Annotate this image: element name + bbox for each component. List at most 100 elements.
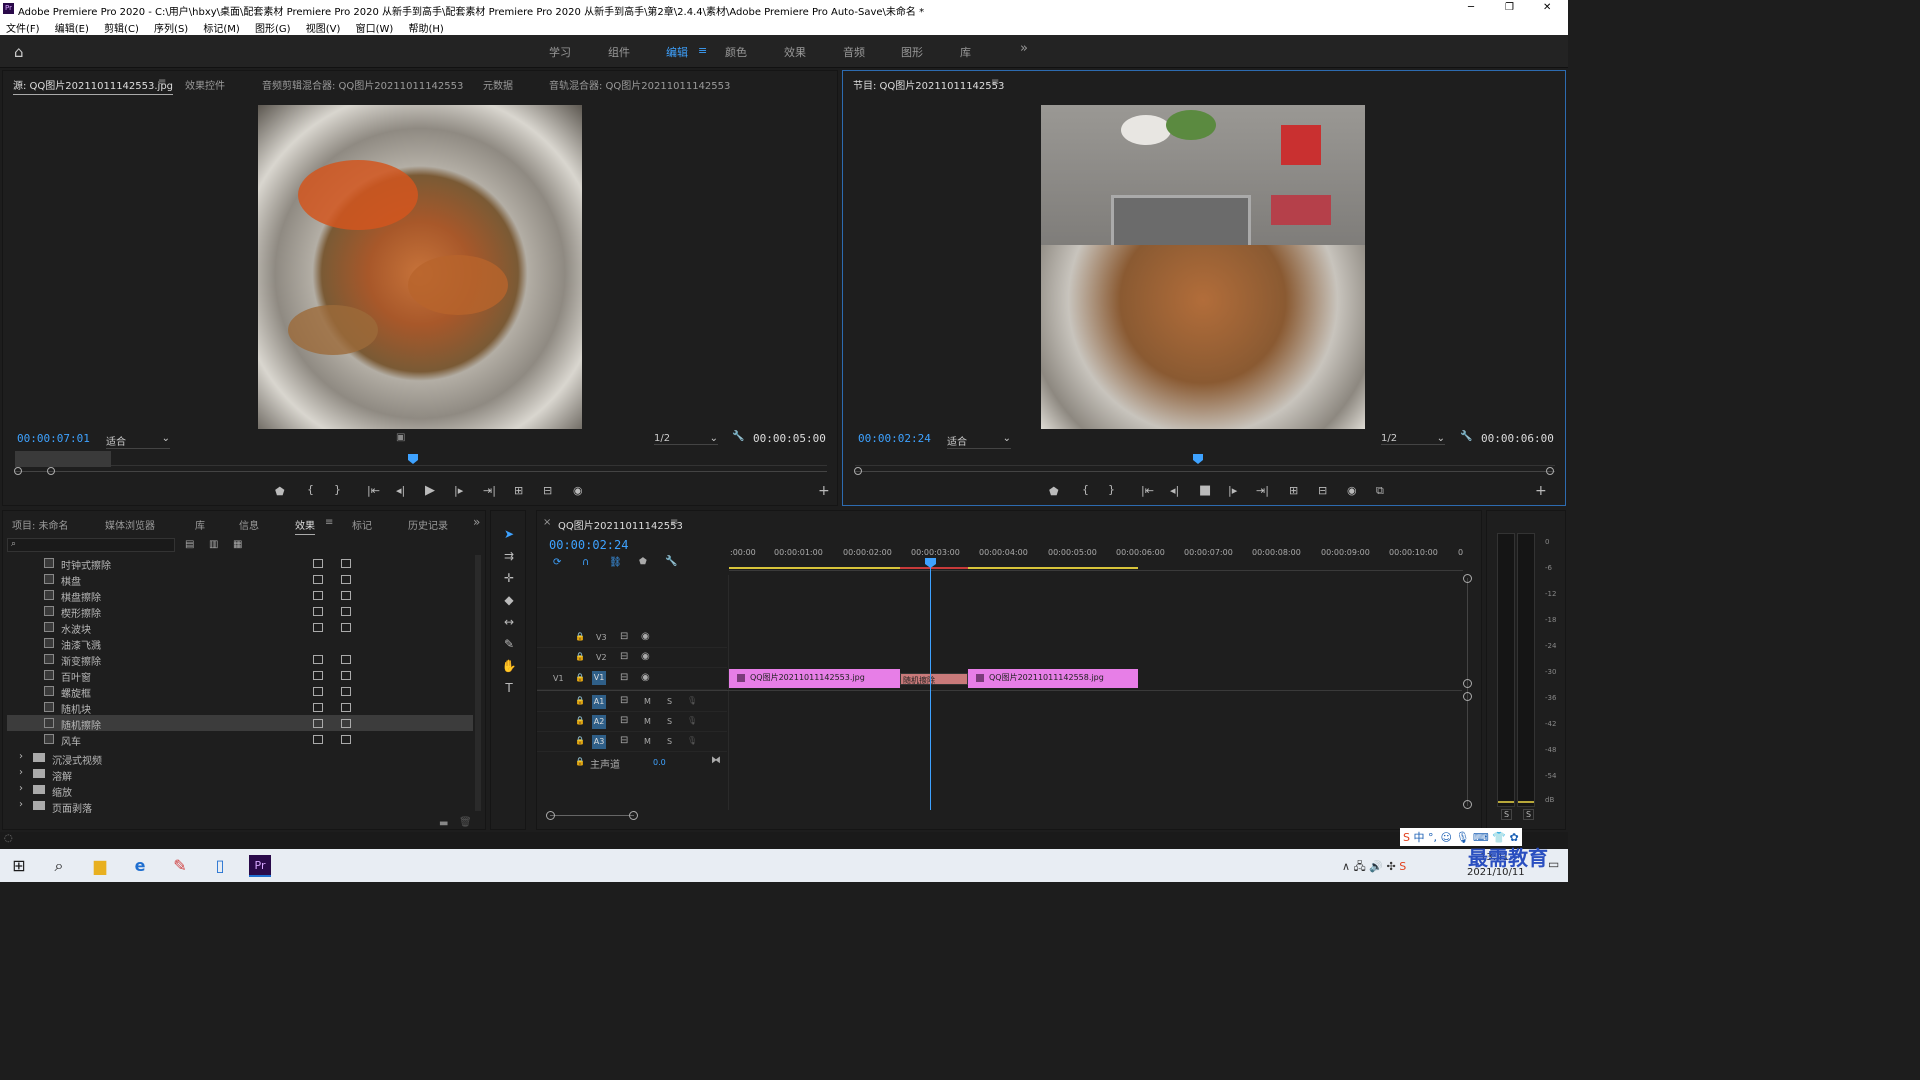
tab-markers[interactable]: 标记	[352, 517, 372, 532]
sync-lock-icon[interactable]: ⊟	[620, 735, 628, 746]
solo-left-button[interactable]: S	[1501, 809, 1513, 820]
vscroll-handle-bottom[interactable]	[1463, 800, 1472, 809]
maximize-button[interactable]: ❐	[1505, 2, 1514, 13]
mark-out-button[interactable]: }	[334, 483, 341, 496]
go-to-end-icon[interactable]: ⧓	[711, 755, 721, 766]
program-scroll-handle-right[interactable]	[1546, 467, 1554, 475]
tab-effects[interactable]: 效果	[295, 517, 315, 535]
mute-button[interactable]: M	[644, 737, 651, 746]
tab-source[interactable]: 源: QQ图片20211011142553.jpg	[13, 77, 174, 95]
effects-panel-menu-icon[interactable]: ≡	[325, 517, 333, 528]
timeline-settings-wrench-icon[interactable]: 🔧	[665, 556, 677, 567]
menu-file[interactable]: 文件(F)	[6, 24, 40, 35]
program-mark-out-button[interactable]: }	[1108, 483, 1115, 496]
workspace-menu-icon[interactable]: ≡	[698, 44, 707, 57]
panel-overflow-button[interactable]: »	[473, 515, 480, 529]
track-label-a3[interactable]: A3	[592, 735, 606, 749]
list-item[interactable]: 楔形擦除	[7, 603, 473, 620]
lift-button[interactable]: ⊞	[1289, 484, 1298, 497]
lock-icon[interactable]: 🔒	[575, 632, 585, 641]
step-back-button[interactable]: ◂|	[396, 484, 405, 497]
selection-tool-icon[interactable]: ➤	[500, 527, 518, 545]
pen-tool-icon[interactable]: ✎	[500, 637, 518, 655]
list-item[interactable]: 螺旋框	[7, 683, 473, 700]
hand-tool-icon[interactable]: ✋	[500, 659, 518, 677]
tab-program[interactable]: 节目: QQ图片20211011142553	[853, 77, 1004, 92]
menu-window[interactable]: 窗口(W)	[356, 24, 394, 35]
export-frame-camera-icon[interactable]: ◉	[573, 484, 583, 497]
tab-project[interactable]: 项目: 未命名	[12, 517, 69, 532]
source-playhead-timecode[interactable]: 00:00:07:01	[17, 432, 90, 445]
folder-row[interactable]: › 沉浸式视频	[7, 750, 473, 767]
program-step-forward-button[interactable]: |▸	[1228, 484, 1237, 497]
tablet-app-icon[interactable]: ▯	[209, 855, 231, 877]
lock-icon[interactable]: 🔒	[575, 652, 585, 661]
lock-icon[interactable]: 🔒	[575, 673, 585, 682]
track-label-v1-targeted[interactable]: V1	[592, 671, 606, 685]
source-settings-wrench-icon[interactable]: 🔧	[732, 431, 744, 442]
overwrite-button[interactable]: ⊟	[543, 484, 552, 497]
lock-icon[interactable]: 🔒	[575, 736, 585, 745]
workspace-audio[interactable]: 音频	[843, 44, 865, 60]
source-zoom-scrollbar[interactable]	[15, 471, 827, 472]
mute-button[interactable]: M	[644, 717, 651, 726]
workspace-graphics[interactable]: 图形	[901, 44, 923, 60]
hscroll-handle-left[interactable]	[546, 811, 555, 820]
sync-lock-icon[interactable]: ⊟	[620, 672, 628, 683]
32bit-effects-icon[interactable]: ▥	[209, 539, 218, 550]
effects-search-input[interactable]: ⌕	[7, 538, 175, 552]
close-button[interactable]: ✕	[1543, 2, 1551, 13]
list-item[interactable]: 风车	[7, 731, 473, 748]
eye-icon[interactable]: ◉	[641, 651, 650, 662]
list-item[interactable]: 棋盘擦除	[7, 587, 473, 604]
list-item-selected[interactable]: 随机擦除	[7, 715, 473, 732]
menu-view[interactable]: 视图(V)	[306, 24, 341, 35]
timeline-clip[interactable]: QQ图片20211011142553.jpg	[729, 669, 900, 688]
program-step-back-button[interactable]: ◂|	[1170, 484, 1179, 497]
insert-overlay-icon[interactable]: ▣	[396, 432, 405, 443]
sync-lock-icon[interactable]: ⊟	[620, 651, 628, 662]
tab-effect-controls[interactable]: 效果控件	[185, 77, 225, 92]
folder-row[interactable]: › 缩放	[7, 782, 473, 799]
lock-icon[interactable]: 🔒	[575, 696, 585, 705]
yuv-effects-icon[interactable]: ▦	[233, 539, 242, 550]
menu-sequence[interactable]: 序列(S)	[154, 24, 188, 35]
tab-audio-clip-mixer[interactable]: 音频剪辑混合器: QQ图片20211011142553	[262, 77, 463, 92]
track-label-a2[interactable]: A2	[592, 715, 606, 729]
track-label-a1[interactable]: A1	[592, 695, 606, 709]
program-export-frame-camera-icon[interactable]: ◉	[1347, 484, 1357, 497]
source-time-ruler[interactable]	[15, 452, 827, 466]
program-panel-menu-icon[interactable]: ≡	[991, 77, 999, 88]
program-zoom-select[interactable]: 适合 ⌄	[947, 433, 1011, 449]
tab-history[interactable]: 历史记录	[408, 517, 448, 532]
workspace-overflow-button[interactable]: »	[1020, 41, 1028, 56]
program-settings-wrench-icon[interactable]: 🔧	[1460, 431, 1472, 442]
tab-metadata[interactable]: 元数据	[483, 77, 513, 92]
linked-selection-icon[interactable]: ⛓	[609, 557, 622, 568]
snap-magnet-icon[interactable]: ∩	[582, 557, 589, 568]
tab-libraries[interactable]: 库	[195, 517, 205, 532]
program-time-ruler[interactable]	[855, 452, 1555, 466]
notification-icon[interactable]: ▭	[1548, 857, 1559, 871]
timeline-horizontal-scrollbar[interactable]	[550, 815, 634, 816]
menu-clip[interactable]: 剪辑(C)	[104, 24, 139, 35]
paint-app-icon[interactable]: ✎	[169, 855, 191, 877]
tab-info[interactable]: 信息	[239, 517, 259, 532]
menu-help[interactable]: 帮助(H)	[409, 24, 444, 35]
lock-icon[interactable]: 🔒	[575, 716, 585, 725]
workspace-color[interactable]: 颜色	[725, 44, 747, 60]
menu-marker[interactable]: 标记(M)	[203, 24, 239, 35]
list-item[interactable]: 棋盘	[7, 571, 473, 588]
microphone-icon[interactable]: 🎙	[687, 696, 697, 705]
add-button[interactable]: +	[818, 483, 830, 499]
menu-edit[interactable]: 编辑(E)	[55, 24, 89, 35]
home-icon[interactable]: ⌂	[14, 43, 24, 61]
folder-row[interactable]: › 溶解	[7, 766, 473, 783]
microphone-icon[interactable]: 🎙	[687, 736, 697, 745]
slip-tool-icon[interactable]: ↔	[500, 615, 518, 633]
program-playhead-timecode[interactable]: 00:00:02:24	[858, 432, 931, 445]
nest-toggle-icon[interactable]: ⟳	[553, 557, 561, 568]
tray-icons[interactable]: ∧ 🖧 🔊 ✣ S	[1342, 858, 1406, 877]
ripple-edit-tool-icon[interactable]: ✛	[500, 571, 518, 589]
effects-scrollbar[interactable]	[475, 555, 481, 811]
